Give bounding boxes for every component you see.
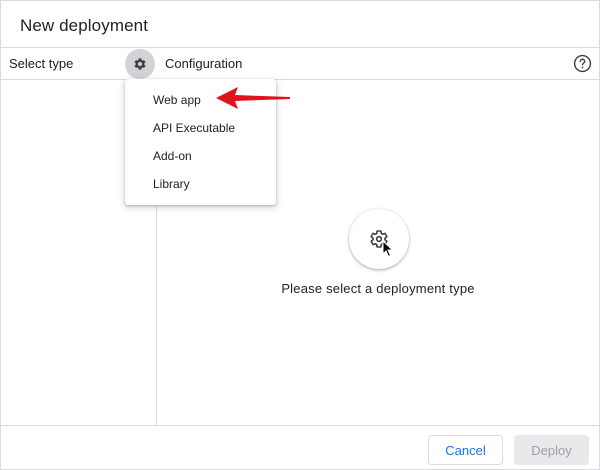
help-circle-icon[interactable] (573, 54, 592, 73)
menu-item-library[interactable]: Library (125, 170, 276, 198)
mouse-cursor-icon (382, 240, 394, 258)
select-type-gear-button[interactable] (125, 49, 155, 79)
new-deployment-dialog: New deployment Select type Configuration… (0, 0, 600, 470)
annotation-arrow-icon (216, 87, 290, 109)
dialog-title: New deployment (20, 16, 149, 35)
menu-item-api-executable[interactable]: API Executable (125, 114, 276, 142)
configuration-label: Configuration (165, 56, 243, 71)
dialog-footer: Cancel Deploy (1, 425, 599, 469)
deploy-button[interactable]: Deploy (514, 435, 589, 465)
gear-icon (134, 58, 146, 70)
dialog-header-row: Select type Configuration (1, 47, 599, 80)
select-type-label: Select type (9, 56, 74, 71)
menu-item-add-on[interactable]: Add-on (125, 142, 276, 170)
empty-state-gear-button[interactable] (349, 209, 409, 269)
empty-state-message: Please select a deployment type (281, 281, 475, 296)
cancel-button[interactable]: Cancel (428, 435, 503, 465)
